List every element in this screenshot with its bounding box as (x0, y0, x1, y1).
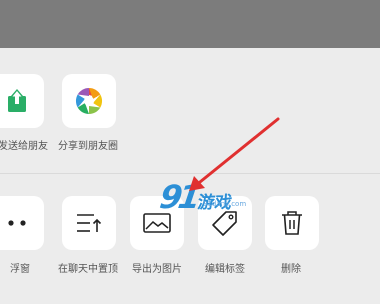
dimmed-overlay (0, 0, 380, 48)
edit-tags-label: 编辑标签 (205, 264, 245, 275)
share-to-moments-label: 分享到朋友圈 (58, 141, 118, 152)
moments-aperture-icon (75, 87, 103, 115)
site-watermark: 91 游戏 (157, 178, 235, 216)
action-sheet (0, 48, 380, 304)
send-to-friend-label: 发送给朋友 (0, 141, 48, 152)
pin-to-top-icon (77, 214, 102, 232)
share-upload-icon (8, 89, 26, 112)
delete-button[interactable] (265, 196, 319, 250)
watermark-number: 91 (157, 178, 200, 216)
pin-to-top-button[interactable] (62, 196, 116, 250)
watermark-url: 91danji.com (203, 200, 247, 208)
delete-label: 删除 (281, 264, 301, 275)
pin-to-top-label: 在聊天中置顶 (58, 264, 118, 275)
section-divider (0, 173, 380, 174)
floating-window-label: 浮窗 (10, 264, 30, 275)
trash-icon (282, 211, 302, 235)
send-to-friend-button[interactable] (0, 74, 44, 128)
floating-window-icon (8, 220, 26, 226)
export-as-image-label: 导出为图片 (132, 264, 182, 275)
share-to-moments-button[interactable] (62, 74, 116, 128)
floating-window-button[interactable] (0, 196, 44, 250)
